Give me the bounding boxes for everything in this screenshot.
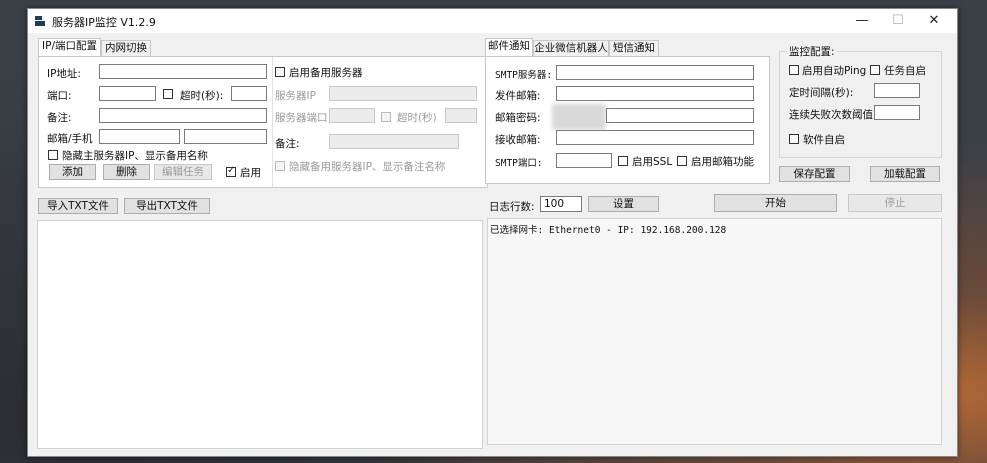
maximize-button[interactable]: ☐ [879,9,917,33]
minimize-button[interactable]: — [843,9,881,33]
smtp-port-label: SMTP端口: [495,158,543,169]
receiver-label: 接收邮箱: [495,134,541,146]
software-autostart-label: 软件自启 [803,134,845,146]
sender-label: 发件邮箱: [495,90,541,102]
note-label: 备注: [47,112,72,124]
backup-enable-label: 启用备用服务器 [289,67,363,79]
import-txt-button[interactable]: 导入TXT文件 [38,198,118,214]
smtp-server-label: SMTP服务器: [495,70,553,81]
hide-backup-ip-label: 隐藏备用服务器IP、显示备注名称 [289,161,446,173]
phone-input[interactable] [184,129,267,144]
mail-input[interactable] [99,129,180,144]
tab-wecom-robot[interactable]: 企业微信机器人 [533,40,609,56]
task-autostart-label: 任务自启 [884,65,926,77]
tab-sms-notify[interactable]: 短信通知 [609,40,659,56]
log-panel[interactable]: 已选择网卡: Ethernet0 - IP: 192.168.200.128 [487,218,942,445]
port-input[interactable] [99,86,156,101]
backup-enable-checkbox[interactable] [275,67,285,77]
port-label: 端口: [47,90,72,102]
password-label: 邮箱密码: [495,112,541,124]
interval-input[interactable] [874,83,920,98]
export-txt-button[interactable]: 导出TXT文件 [124,198,210,214]
app-window: 服务器IP监控 V1.2.9 — ☐ ✕ IP/端口配置 内网切换 IP地址: … [27,8,958,457]
ip-config-page: IP地址: 端口: 超时(秒): 备注: 邮箱/手机 隐藏主服务器IP、显示备用… [38,56,488,188]
ssl-checkbox[interactable] [618,156,628,166]
blurred-area [552,104,606,130]
backup-timeout-input[interactable] [445,108,477,123]
mail-notify-page: SMTP服务器: 发件邮箱: 邮箱密码: 接收邮箱: SMTP端口: 启用SSL… [485,56,770,184]
tab-ip-port-config[interactable]: IP/端口配置 [38,38,101,56]
log-lines-label: 日志行数: [489,201,535,213]
set-button[interactable]: 设置 [588,196,659,212]
auto-ping-label: 启用自动Ping [802,65,867,77]
enable-label: 启用 [240,167,261,179]
hide-backup-ip-checkbox[interactable] [275,161,285,171]
timeout-label: 超时(秒): [180,90,224,102]
hide-main-ip-label: 隐藏主服务器IP、显示备用名称 [62,150,208,162]
enable-mail-label: 启用邮箱功能 [691,156,754,168]
backup-port-input[interactable] [329,108,375,123]
enable-checkbox[interactable] [226,165,236,177]
ssl-label: 启用SSL [632,156,673,168]
monitor-config-group: 监控配置: 启用自动Ping 任务自启 定时间隔(秒): 连续失败次数阈值 软件… [779,44,942,158]
interval-label: 定时间隔(秒): [789,87,854,99]
add-button[interactable]: 添加 [49,164,96,180]
ip-label: IP地址: [47,68,81,80]
notify-tab-control: 邮件通知 企业微信机器人 短信通知 SMTP服务器: 发件邮箱: 邮箱密码: 接… [485,38,770,190]
window-title: 服务器IP监控 V1.2.9 [52,16,156,29]
backup-note-input[interactable] [329,134,459,149]
ip-input[interactable] [99,64,267,79]
load-config-button[interactable]: 加载配置 [870,166,940,182]
backup-timeout-label: 超时(秒) [397,112,437,124]
timeout-checkbox[interactable] [163,89,173,99]
save-config-button[interactable]: 保存配置 [779,166,850,182]
edit-task-button[interactable]: 编辑任务 [154,164,212,180]
stop-button[interactable]: 停止 [848,194,942,212]
start-button[interactable]: 开始 [714,194,837,212]
backup-ip-label: 服务器IP [275,90,316,102]
hide-main-ip-checkbox[interactable] [48,150,58,160]
monitor-config-title: 监控配置: [787,44,837,59]
app-icon [35,16,45,26]
sender-input[interactable] [556,86,754,101]
backup-timeout-checkbox[interactable] [381,112,391,122]
left-tab-control: IP/端口配置 内网切换 IP地址: 端口: 超时(秒): 备注: 邮箱/手机 … [38,38,488,190]
fail-threshold-label: 连续失败次数阈值 [789,109,873,121]
password-input[interactable] [606,108,754,123]
log-text: 已选择网卡: Ethernet0 - IP: 192.168.200.128 [490,225,727,236]
smtp-port-input[interactable] [556,153,612,168]
note-input[interactable] [99,108,267,123]
server-list[interactable] [37,220,483,449]
title-bar: 服务器IP监控 V1.2.9 — ☐ ✕ [28,9,957,33]
backup-port-label: 服务器端口 [275,112,328,124]
tab-mail-notify[interactable]: 邮件通知 [485,38,533,56]
fail-threshold-input[interactable] [874,105,920,120]
receiver-input[interactable] [556,130,754,145]
backup-ip-input[interactable] [329,86,477,101]
tab-intranet-switch[interactable]: 内网切换 [101,40,151,56]
timeout-input[interactable] [231,86,267,101]
smtp-server-input[interactable] [556,65,754,80]
software-autostart-checkbox[interactable] [789,134,799,144]
log-lines-input[interactable]: 100 [540,196,582,212]
enable-mail-checkbox[interactable] [677,156,687,166]
auto-ping-checkbox[interactable] [789,65,799,75]
delete-button[interactable]: 删除 [103,164,150,180]
mail-phone-label: 邮箱/手机 [47,133,93,145]
divider [272,57,273,187]
task-autostart-checkbox[interactable] [870,65,880,75]
close-button[interactable]: ✕ [915,9,953,33]
backup-note-label: 备注: [275,138,300,150]
